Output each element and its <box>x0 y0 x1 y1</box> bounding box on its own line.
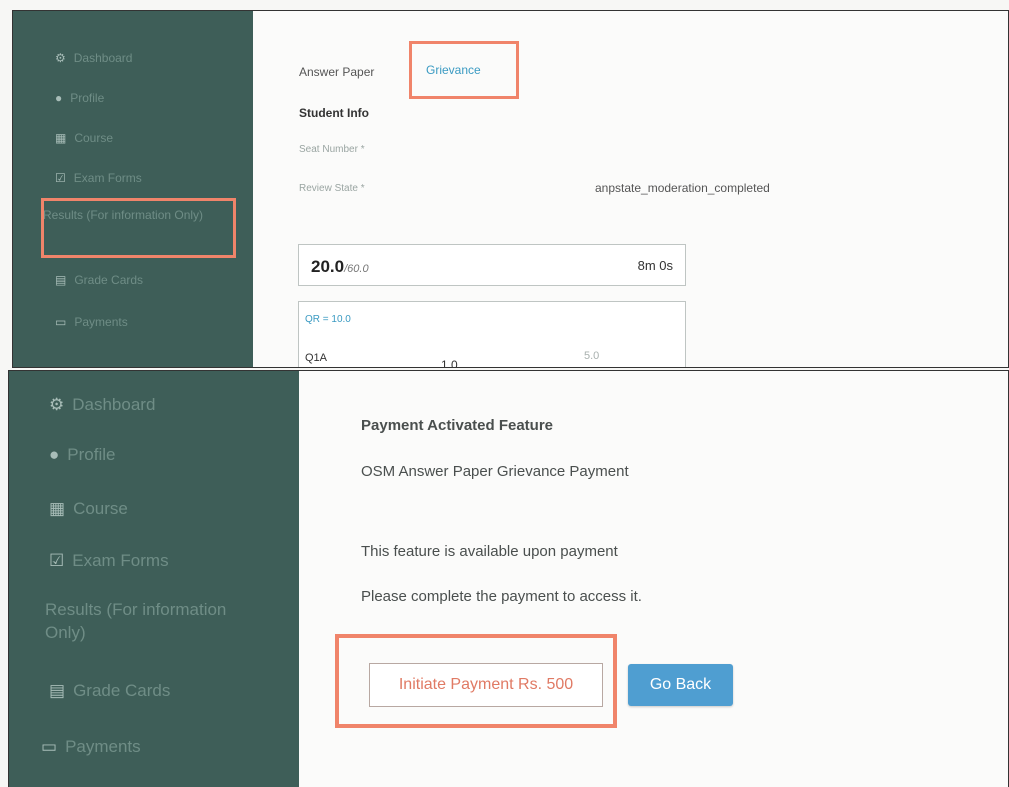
payments-icon: ▭ <box>41 737 58 756</box>
sidebar-item-label: Course <box>74 131 114 145</box>
sidebar-item-payments[interactable]: ▭ Payments <box>41 737 299 757</box>
review-state-label: Review State * <box>299 183 365 194</box>
profile-icon: ● <box>49 445 60 464</box>
answer-paper-content: Answer Paper Grievance Student Info Seat… <box>253 11 1008 367</box>
payment-screenshot: ⚙ Dashboard ● Profile ▦ Course ☑ Exam Fo… <box>8 370 1009 787</box>
score-max: /60.0 <box>344 263 369 275</box>
question-summary: QR = 10.0 <box>305 314 351 325</box>
timer-text: 8m 0s <box>637 258 673 273</box>
course-icon: ▦ <box>55 131 67 145</box>
tab-answer-paper[interactable]: Answer Paper <box>299 65 374 79</box>
grade-cards-icon: ▤ <box>49 681 66 700</box>
sidebar-item-grade-cards[interactable]: ▤ Grade Cards <box>49 681 299 701</box>
sidebar-item-course[interactable]: ▦ Course <box>55 131 253 145</box>
sidebar-item-label: Grade Cards <box>74 273 144 287</box>
sidebar-item-grade-cards[interactable]: ▤ Grade Cards <box>55 273 253 287</box>
answer-paper-screenshot: ⚙ Dashboard ● Profile ▦ Course ☑ Exam Fo… <box>12 10 1009 368</box>
sidebar-item-label: Course <box>73 499 128 518</box>
tab-grievance[interactable]: Grievance <box>426 63 481 77</box>
sidebar-item-course[interactable]: ▦ Course <box>49 499 299 519</box>
sidebar-item-label: Profile <box>67 445 116 464</box>
go-back-button[interactable]: Go Back <box>628 664 733 706</box>
score-number: 20.0 <box>311 257 345 276</box>
sidebar-item-label: Grade Cards <box>73 681 171 700</box>
payment-instruction: Please complete the payment to access it… <box>361 588 642 605</box>
question-row-max: 5.0 <box>584 350 600 362</box>
sidebar-item-results[interactable]: Results (For information Only) <box>45 599 265 645</box>
course-icon: ▦ <box>49 499 66 518</box>
sidebar-item-label: Dashboard <box>73 51 133 65</box>
sidebar-item-label: Dashboard <box>72 395 156 414</box>
score-box: 20.0/60.0 8m 0s <box>298 244 686 286</box>
review-state-value: anpstate_moderation_completed <box>595 181 770 195</box>
sidebar-item-label: Payments <box>74 315 128 329</box>
sidebar-item-label: Results (For information Only) <box>43 208 204 222</box>
question-box: QR = 10.0 Q1A 1.0 5.0 <box>298 301 686 368</box>
sidebar-item-dashboard[interactable]: ⚙ Dashboard <box>49 395 299 415</box>
payment-subtitle: OSM Answer Paper Grievance Payment <box>361 463 629 480</box>
sidebar-item-label: Exam Forms <box>72 551 169 570</box>
sidebar: ⚙ Dashboard ● Profile ▦ Course ☑ Exam Fo… <box>9 371 299 787</box>
question-row-label: Q1A <box>305 352 328 364</box>
sidebar-item-dashboard[interactable]: ⚙ Dashboard <box>55 51 253 65</box>
sidebar-item-results[interactable]: Results (For information Only) <box>43 207 228 223</box>
sidebar-item-profile[interactable]: ● Profile <box>49 445 299 465</box>
student-info-title: Student Info <box>299 106 369 120</box>
sidebar-item-profile[interactable]: ● Profile <box>55 91 253 105</box>
sidebar-item-label: Exam Forms <box>73 171 142 185</box>
payment-title: Payment Activated Feature <box>361 417 554 434</box>
initiate-payment-button[interactable]: Initiate Payment Rs. 500 <box>369 663 603 707</box>
payment-notice: This feature is available upon payment <box>361 543 618 560</box>
question-row-marks: 1.0 <box>441 358 458 368</box>
exam-forms-icon: ☑ <box>49 551 65 570</box>
seat-number-label: Seat Number * <box>299 144 365 155</box>
dashboard-icon: ⚙ <box>49 395 65 414</box>
sidebar-item-exam-forms[interactable]: ☑ Exam Forms <box>49 551 299 571</box>
payment-content: Payment Activated Feature OSM Answer Pap… <box>299 371 1008 787</box>
grade-cards-icon: ▤ <box>55 273 67 287</box>
sidebar-item-payments[interactable]: ▭ Payments <box>55 315 253 329</box>
sidebar-item-label: Profile <box>70 91 105 105</box>
dashboard-icon: ⚙ <box>55 51 66 65</box>
sidebar-item-label: Results (For information Only) <box>45 600 227 642</box>
profile-icon: ● <box>55 91 63 105</box>
sidebar: ⚙ Dashboard ● Profile ▦ Course ☑ Exam Fo… <box>13 11 253 367</box>
sidebar-item-exam-forms[interactable]: ☑ Exam Forms <box>55 171 253 185</box>
sidebar-item-label: Payments <box>65 737 141 756</box>
score-value: 20.0/60.0 <box>311 257 369 277</box>
exam-forms-icon: ☑ <box>55 171 66 185</box>
payments-icon: ▭ <box>55 315 67 329</box>
